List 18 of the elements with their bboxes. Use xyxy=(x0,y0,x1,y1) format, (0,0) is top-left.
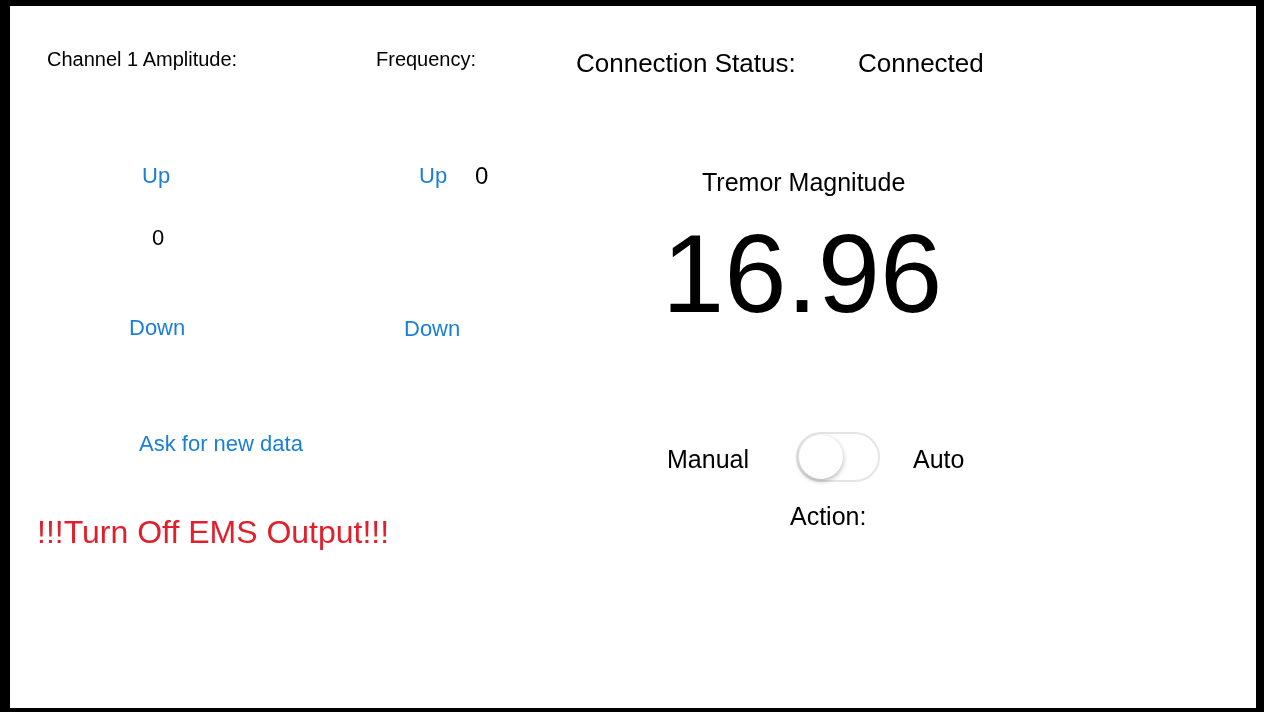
connection-status-label: Connection Status: xyxy=(576,47,796,80)
tremor-magnitude-value: 16.96 xyxy=(662,218,943,330)
tremor-magnitude-label: Tremor Magnitude xyxy=(702,167,906,198)
amplitude-value: 0 xyxy=(152,224,165,252)
manual-label: Manual xyxy=(667,444,749,475)
auto-label: Auto xyxy=(913,444,965,475)
ask-for-data-button[interactable]: Ask for new data xyxy=(139,427,303,460)
frequency-down-button[interactable]: Down xyxy=(404,312,461,345)
action-label: Action: xyxy=(790,501,867,532)
frequency-up-button[interactable]: Up xyxy=(419,159,448,192)
frequency-label: Frequency: xyxy=(376,47,477,72)
amplitude-down-button[interactable]: Down xyxy=(129,311,186,344)
mode-toggle[interactable] xyxy=(796,432,880,482)
warning-text: !!!Turn Off EMS Output!!! xyxy=(37,513,390,552)
amplitude-up-button[interactable]: Up xyxy=(142,159,171,192)
amplitude-label: Channel 1 Amplitude: xyxy=(47,47,238,72)
frequency-value: 0 xyxy=(475,161,489,191)
connection-status-value: Connected xyxy=(858,47,984,80)
